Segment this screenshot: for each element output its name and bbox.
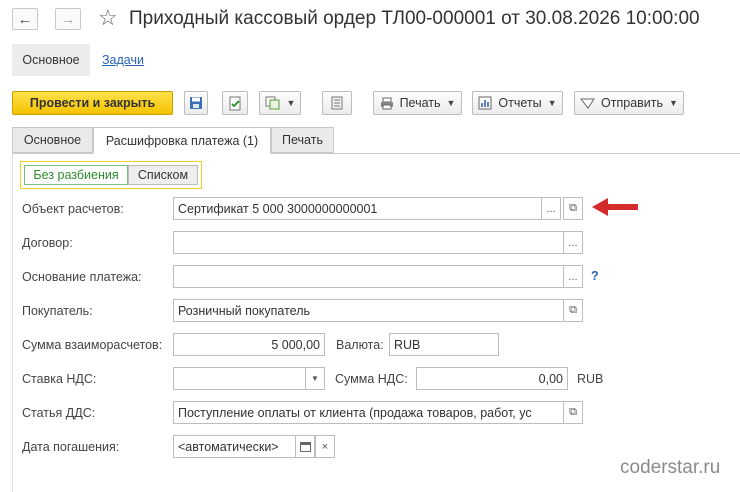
open-window-icon: ⧉ [569,406,577,418]
list-icon [331,96,343,110]
printer-icon [380,97,393,109]
forward-button[interactable]: → [55,8,81,30]
structure-button[interactable] [322,91,352,115]
create-based-on-icon [265,96,280,110]
reports-button[interactable]: Отчеты ▼ [472,91,563,115]
report-icon [478,96,492,110]
help-icon[interactable]: ? [591,269,599,283]
contract-select-button[interactable]: ... [563,231,583,254]
vat-amount-field[interactable]: 0,00 [416,367,568,390]
settlement-object-field[interactable]: Сертификат 5 000 3000000000001 [173,197,542,220]
settlement-object-label: Объект расчетов: [22,202,124,216]
chevron-down-icon: ▼ [311,374,319,383]
cash-flow-item-open-button[interactable]: ⧉ [563,401,583,424]
panel-border [12,153,13,492]
create-based-on-button[interactable]: ▼ [259,91,301,115]
send-button[interactable]: Отправить ▼ [574,91,684,115]
payment-basis-field[interactable] [173,265,564,288]
vat-rate-label: Ставка НДС: [22,372,97,386]
print-label: Печать [399,96,441,110]
vat-amount-label: Сумма НДС: [335,372,408,386]
split-mode-no-split[interactable]: Без разбиения [24,165,128,185]
chevron-down-icon: ▼ [446,98,456,108]
chevron-down-icon: ▼ [547,98,557,108]
send-icon [580,98,595,109]
back-button[interactable]: ← [12,8,38,30]
save-button[interactable] [184,91,208,115]
calendar-button[interactable] [295,435,315,458]
tab-print[interactable]: Печать [271,127,334,153]
cash-flow-item-label: Статья ДДС: [22,406,96,420]
buyer-field[interactable]: Розничный покупатель [173,299,564,322]
vat-rate-field[interactable] [173,367,306,390]
chevron-down-icon: ▼ [286,98,296,108]
due-date-label: Дата погашения: [22,440,120,454]
contract-label: Договор: [22,236,73,250]
nav-tasks-link[interactable]: Задачи [102,53,144,67]
contract-field[interactable] [173,231,564,254]
payment-basis-label: Основание платежа: [22,270,142,284]
arrow-right-icon: → [60,10,76,28]
split-mode-list[interactable]: Списком [128,165,198,185]
watermark: coderstar.ru [620,457,721,478]
vat-currency-label: RUB [577,372,604,386]
star-icon[interactable]: ☆ [98,6,118,30]
buyer-label: Покупатель: [22,304,93,318]
buyer-open-button[interactable]: ⧉ [563,299,583,322]
post-document-icon [229,96,240,110]
arrow-left-icon: ← [17,10,33,28]
reports-label: Отчеты [498,96,542,110]
nav-main[interactable]: Основное [12,44,90,76]
tab-main[interactable]: Основное [12,127,93,153]
print-button[interactable]: Печать ▼ [373,91,462,115]
settlement-amount-label: Сумма взаиморасчетов: [22,338,163,352]
open-window-icon: ⧉ [569,304,577,316]
send-label: Отправить [601,96,664,110]
settlement-object-select-button[interactable]: ... [541,197,561,220]
close-icon: × [321,440,329,453]
cash-flow-item-field[interactable]: Поступление оплаты от клиента (продажа т… [173,401,564,424]
calendar-icon [299,442,311,452]
chevron-down-icon: ▼ [669,98,678,108]
post-and-close-button[interactable]: Провести и закрыть [12,91,173,115]
post-button[interactable] [222,91,248,115]
currency-field[interactable]: RUB [389,333,499,356]
open-window-icon: ⧉ [569,202,577,214]
tab-payment-breakdown[interactable]: Расшифровка платежа (1) [93,127,271,154]
save-icon [190,97,202,109]
page-title: Приходный кассовый ордер ТЛ00-000001 от … [129,8,700,29]
ellipsis-icon: ... [568,270,578,283]
ellipsis-icon: ... [568,236,578,249]
settlement-object-open-button[interactable]: ⧉ [563,197,583,220]
clear-date-button[interactable]: × [315,435,335,458]
ellipsis-icon: ... [546,202,556,215]
red-arrow-icon [592,198,638,216]
settlement-amount-field[interactable]: 5 000,00 [173,333,325,356]
due-date-field[interactable]: <автоматически> [173,435,296,458]
currency-label: Валюта: [336,338,384,352]
vat-rate-dropdown-button[interactable]: ▼ [305,367,325,390]
payment-basis-select-button[interactable]: ... [563,265,583,288]
split-mode-group: Без разбиения Списком [20,161,202,189]
